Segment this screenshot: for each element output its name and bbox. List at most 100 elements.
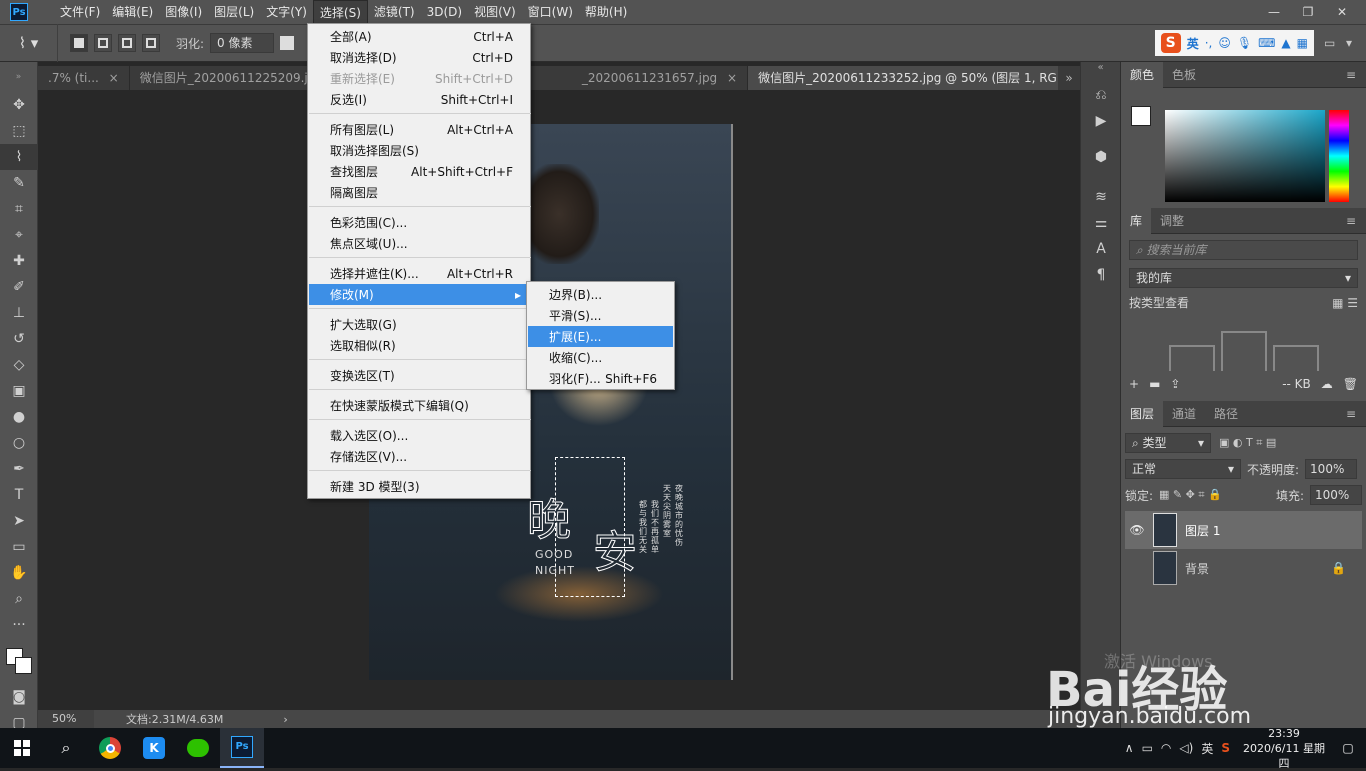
menu-quick-mask[interactable]: 在快速蒙版模式下编辑(Q) [309,395,531,416]
battery-icon[interactable]: ▭ [1142,741,1153,755]
menu-deselect[interactable]: 取消选择(D) Ctrl+D [309,47,531,68]
tab-close-icon[interactable]: × [727,71,737,85]
menu-color-range[interactable]: 色彩范围(C)... [309,212,531,233]
search-icon[interactable]: ⌕ [44,728,88,768]
zoom-level[interactable]: 50% [38,710,94,728]
layer-name[interactable]: 图层 1 [1185,522,1220,539]
workspace-dropdown-icon[interactable]: ▾ [1346,36,1366,50]
opacity-input[interactable]: 100% [1305,459,1358,479]
tab-color[interactable]: 颜色 [1121,61,1164,88]
dodge-tool-icon[interactable]: ○ [0,430,38,456]
photoshop-taskbar-icon[interactable]: Ps [220,728,264,768]
add-icon[interactable]: + [1129,377,1139,391]
menu-3d[interactable]: 3D(D) [421,0,468,24]
submenu-contract[interactable]: 收缩(C)... [528,347,673,368]
fg-swatch[interactable] [1131,106,1151,126]
folder-icon[interactable]: ▬ [1149,377,1160,391]
notification-icon[interactable]: ▢ [1330,741,1366,755]
zoom-tool-icon[interactable]: ⌕ [0,586,38,612]
hue-slider[interactable] [1329,110,1349,202]
menu-load-selection[interactable]: 载入选区(O)... [309,425,531,446]
menu-all-layers[interactable]: 所有图层(L) Alt+Ctrl+A [309,119,531,140]
start-button-icon[interactable] [0,728,44,768]
tray-icons[interactable]: ∧ ▭ ◠ ◁) 英 S [1125,740,1230,757]
stamp-tool-icon[interactable]: ⊥ [0,300,38,326]
clock[interactable]: 23:39 2020/6/11 星期四 [1238,726,1330,771]
panel-menu-icon[interactable]: ≡ [1346,214,1366,228]
view-by-label[interactable]: 按类型查看 [1129,294,1189,311]
paragraph-icon[interactable]: ¶ [1081,262,1121,288]
menu-select-all[interactable]: 全部(A) Ctrl+A [309,26,531,47]
tab-swatches[interactable]: 色板 [1163,62,1205,88]
actions-play-icon[interactable]: ▶ [1081,108,1121,134]
move-tool-icon[interactable]: ✥ [0,92,38,118]
history-icon[interactable]: ⎌ [1081,82,1121,108]
status-chevron-icon[interactable]: › [283,713,287,726]
kugou-icon[interactable]: K [132,728,176,768]
wechat-icon[interactable] [176,728,220,768]
brush-settings-icon[interactable]: ≋ [1081,184,1121,210]
marquee-tool-icon[interactable]: ⬚ [0,118,38,144]
grid-view-icon[interactable]: ▦ ☰ [1332,296,1358,310]
minimize-icon[interactable]: — [1262,3,1286,21]
anti-alias-checkbox[interactable] [280,36,295,50]
background-color[interactable] [15,657,32,674]
tab-paths[interactable]: 路径 [1205,401,1247,427]
feather-input[interactable]: 0 像素 [210,33,275,53]
menu-file[interactable]: 文件(F) [54,0,106,24]
submenu-border[interactable]: 边界(B)... [528,284,673,305]
grid-icon[interactable]: ▦ [1297,36,1308,50]
path-select-tool-icon[interactable]: ➤ [0,508,38,534]
workspace-icon[interactable]: ▭ [1324,36,1346,50]
eyedropper-tool-icon[interactable]: ⌖ [0,222,38,248]
punctuation-icon[interactable]: ·, [1205,36,1213,50]
collapse-icon[interactable]: » [0,62,37,92]
lasso-preset-icon[interactable]: ⌇ ▾ [0,24,58,62]
shirt-icon[interactable]: ▲ [1281,36,1290,50]
pen-tool-icon[interactable]: ✒ [0,456,38,482]
network-icon[interactable]: ◠ [1161,741,1171,755]
more-tools-icon[interactable]: ··· [0,612,38,638]
tab-adjustments[interactable]: 调整 [1151,208,1193,234]
layer-name[interactable]: 背景 [1185,560,1209,577]
sogou-tray-icon[interactable]: S [1221,741,1230,755]
menu-select-and-mask[interactable]: 选择并遮住(K)... Alt+Ctrl+R [309,263,531,284]
submenu-smooth[interactable]: 平滑(S)... [528,305,673,326]
menu-filter[interactable]: 滤镜(T) [368,0,421,24]
color-field[interactable] [1165,110,1325,202]
3d-icon[interactable]: ⬢ [1081,144,1121,170]
new-selection-icon[interactable] [70,34,88,52]
upload-icon[interactable]: ⇪ [1170,377,1180,391]
quick-mask-icon[interactable]: ◙ [0,684,38,710]
eraser-tool-icon[interactable]: ◇ [0,352,38,378]
submenu-feather[interactable]: 羽化(F)... Shift+F6 [528,368,673,389]
brush-presets-icon[interactable]: ⚌ [1081,210,1121,236]
menu-layer[interactable]: 图层(L) [208,0,260,24]
menu-transform-selection[interactable]: 变换选区(T) [309,365,531,386]
menu-find-layers[interactable]: 查找图层 Alt+Shift+Ctrl+F [309,161,531,182]
layer-filter-select[interactable]: ⌕ 类型 ▾ [1125,433,1211,453]
chevron-up-icon[interactable]: ∧ [1125,741,1134,755]
intersect-selection-icon[interactable] [142,34,160,52]
menu-modify[interactable]: 修改(M) ▸ [309,284,531,305]
submenu-expand[interactable]: 扩展(E)... [528,326,673,347]
tabs-overflow-icon[interactable]: » [1058,66,1080,90]
menu-help[interactable]: 帮助(H) [579,0,633,24]
lock-icons[interactable]: ▦ ✎ ✥ ⌗ 🔒 [1159,488,1222,502]
blur-tool-icon[interactable]: ● [0,404,38,430]
close-icon[interactable]: ✕ [1330,3,1354,21]
menu-focus-area[interactable]: 焦点区域(U)... [309,233,531,254]
color-swatches[interactable] [0,638,37,684]
subtract-selection-icon[interactable] [118,34,136,52]
quick-select-tool-icon[interactable]: ✎ [0,170,38,196]
type-tool-icon[interactable]: T [0,482,38,508]
hand-tool-icon[interactable]: ✋ [0,560,38,586]
menu-select[interactable]: 选择(S) [312,0,368,24]
menu-new-3d-model[interactable]: 新建 3D 模型(3) [309,476,531,497]
menu-window[interactable]: 窗口(W) [522,0,579,24]
ime-lang[interactable]: 英 [1187,35,1199,52]
menu-view[interactable]: 视图(V) [468,0,522,24]
layer-row-2[interactable]: 背景 🔒 [1125,549,1362,587]
library-search-input[interactable]: ⌕ 搜索当前库 [1129,240,1358,260]
menu-deselect-layers[interactable]: 取消选择图层(S) [309,140,531,161]
